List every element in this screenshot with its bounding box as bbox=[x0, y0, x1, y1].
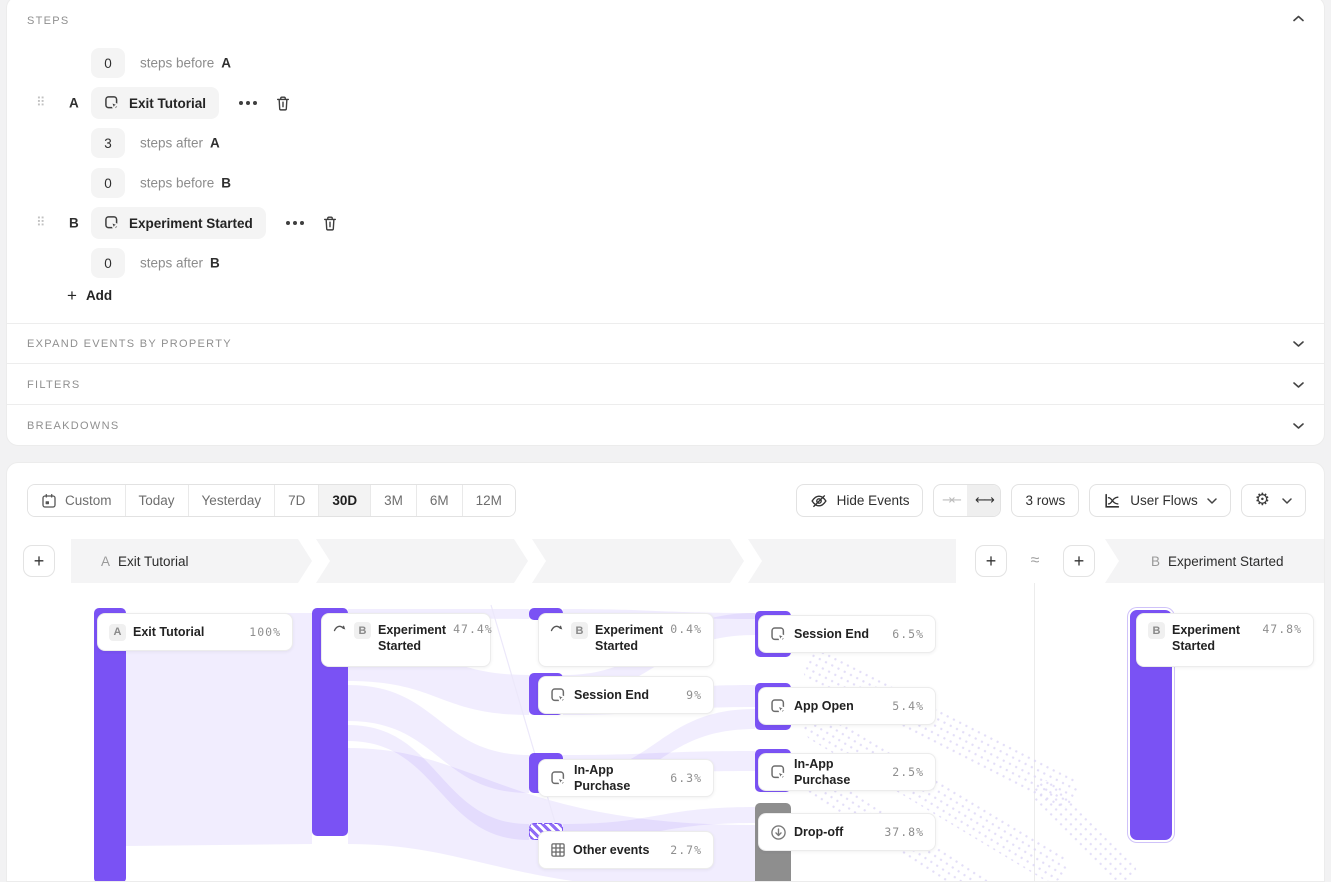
add-label: Add bbox=[86, 288, 112, 303]
event-icon bbox=[770, 764, 787, 781]
node-label: App Open bbox=[794, 698, 885, 714]
chevron-up-icon[interactable] bbox=[1293, 15, 1304, 22]
steps-before-label: steps before bbox=[140, 56, 214, 71]
plus-icon: + bbox=[67, 287, 77, 304]
flow-node-app-open[interactable]: App Open 5.4% bbox=[758, 687, 936, 725]
node-label: In-App Purchase bbox=[794, 756, 885, 789]
node-percent: 9% bbox=[686, 688, 702, 702]
drop-off-icon bbox=[770, 824, 787, 841]
node-percent: 2.5% bbox=[892, 765, 924, 779]
flow-node-session-end-2[interactable]: Session End 6.5% bbox=[758, 615, 936, 653]
node-label: Experiment Started bbox=[1172, 622, 1255, 655]
node-percent: 47.4% bbox=[453, 622, 493, 636]
node-label: Other events bbox=[573, 842, 663, 858]
flow-node-in-app-purchase-2[interactable]: In-App Purchase 2.5% bbox=[758, 753, 936, 791]
approx-gap-indicator: ≈ bbox=[1021, 539, 1049, 583]
more-options-icon[interactable] bbox=[235, 97, 261, 109]
step-ref: B bbox=[221, 176, 231, 191]
chevron-down-icon[interactable] bbox=[1293, 381, 1304, 388]
steps-after-label: steps after bbox=[140, 256, 203, 271]
add-step-before-button[interactable]: + bbox=[1063, 545, 1095, 577]
flow-node-drop-off[interactable]: Drop-off 37.8% bbox=[758, 813, 936, 851]
steps-after-label: steps after bbox=[140, 136, 203, 151]
sankey-flow-canvas: A Exit Tutorial 100% B Experiment Starte… bbox=[7, 463, 1325, 882]
add-step-after-button[interactable]: + bbox=[975, 545, 1007, 577]
section-label: EXPAND EVENTS BY PROPERTY bbox=[27, 338, 232, 350]
steps-before-a-input[interactable]: 0 bbox=[91, 48, 125, 78]
chevron-down-icon[interactable] bbox=[1293, 423, 1304, 430]
node-label: Drop-off bbox=[794, 824, 877, 840]
section-label: FILTERS bbox=[27, 379, 81, 391]
node-label: Exit Tutorial bbox=[133, 624, 242, 640]
section-breakdowns[interactable]: BREAKDOWNS bbox=[7, 404, 1324, 447]
jump-arrow-icon bbox=[550, 622, 564, 634]
step-row-b: ⠿ B Experiment Started bbox=[7, 203, 1324, 243]
step-badge: B bbox=[354, 622, 371, 639]
section-filters[interactable]: FILTERS bbox=[7, 363, 1324, 405]
section-label: BREAKDOWNS bbox=[27, 420, 119, 432]
flow-node-other-events[interactable]: Other events 2.7% bbox=[538, 831, 714, 869]
drag-handle-icon[interactable]: ⠿ bbox=[36, 96, 45, 111]
chevron-down-icon[interactable] bbox=[1293, 341, 1304, 348]
steps-before-row: 0 steps before A bbox=[7, 43, 1324, 83]
event-icon bbox=[104, 215, 120, 231]
grid-icon bbox=[550, 842, 566, 858]
add-step-button[interactable]: + Add bbox=[67, 287, 112, 304]
steps-panel: STEPS 0 steps beforeA ⠿ A Exit Tutorial … bbox=[6, 0, 1325, 446]
jump-arrow-icon bbox=[333, 622, 347, 634]
section-expand-events[interactable]: EXPAND EVENTS BY PROPERTY bbox=[7, 323, 1324, 364]
drag-handle-icon[interactable]: ⠿ bbox=[36, 216, 45, 231]
flow-node-experiment-started-small[interactable]: B Experiment Started 0.4% bbox=[538, 613, 714, 667]
node-label: In-App Purchase bbox=[574, 762, 663, 795]
trash-icon[interactable] bbox=[322, 215, 338, 232]
trash-icon[interactable] bbox=[275, 95, 291, 112]
node-label: Session End bbox=[574, 687, 679, 703]
step-letter: A bbox=[69, 96, 79, 111]
step-badge: B bbox=[571, 622, 588, 639]
event-icon bbox=[770, 626, 787, 643]
flow-node-exit-tutorial[interactable]: A Exit Tutorial 100% bbox=[97, 613, 293, 651]
node-percent: 6.3% bbox=[670, 771, 702, 785]
event-pill-label: Experiment Started bbox=[129, 216, 253, 231]
node-percent: 2.7% bbox=[670, 843, 702, 857]
steps-after-row: 0 steps after B bbox=[7, 243, 1324, 283]
steps-before-label: steps before bbox=[140, 176, 214, 191]
node-percent: 0.4% bbox=[670, 622, 702, 636]
flow-node-in-app-purchase[interactable]: In-App Purchase 6.3% bbox=[538, 759, 714, 797]
event-pill-label: Exit Tutorial bbox=[129, 96, 206, 111]
node-percent: 100% bbox=[249, 625, 281, 639]
event-icon bbox=[104, 95, 120, 111]
event-pill-experiment-started[interactable]: Experiment Started bbox=[91, 207, 266, 239]
event-pill-exit-tutorial[interactable]: Exit Tutorial bbox=[91, 87, 219, 119]
node-percent: 6.5% bbox=[892, 627, 924, 641]
node-percent: 5.4% bbox=[892, 699, 924, 713]
step-letter: B bbox=[69, 216, 79, 231]
node-percent: 47.8% bbox=[1262, 622, 1302, 636]
step-ref: A bbox=[210, 136, 220, 151]
steps-after-b-input[interactable]: 0 bbox=[91, 248, 125, 278]
event-icon bbox=[550, 770, 567, 787]
step-row-a: ⠿ A Exit Tutorial bbox=[7, 83, 1324, 123]
steps-after-a-input[interactable]: 3 bbox=[91, 128, 125, 158]
steps-section-title: STEPS bbox=[27, 15, 70, 27]
more-options-icon[interactable] bbox=[282, 217, 308, 229]
flows-report-panel: Custom Today Yesterday 7D 30D 3M 6M 12M … bbox=[6, 462, 1325, 882]
step-badge: A bbox=[109, 624, 126, 641]
step-ref: A bbox=[221, 56, 231, 71]
event-icon bbox=[550, 687, 567, 704]
steps-before-b-input[interactable]: 0 bbox=[91, 168, 125, 198]
node-label: Session End bbox=[794, 626, 885, 642]
event-icon bbox=[770, 698, 787, 715]
step-badge: B bbox=[1148, 622, 1165, 639]
node-percent: 37.8% bbox=[884, 825, 924, 839]
flow-node-experiment-started-b[interactable]: B Experiment Started 47.8% bbox=[1136, 613, 1314, 667]
node-label: Experiment Started bbox=[595, 622, 663, 655]
flow-node-session-end[interactable]: Session End 9% bbox=[538, 676, 714, 714]
flow-node-experiment-started[interactable]: B Experiment Started 47.4% bbox=[321, 613, 491, 667]
steps-before-row: 0 steps before B bbox=[7, 163, 1324, 203]
step-ref: B bbox=[210, 256, 220, 271]
node-label: Experiment Started bbox=[378, 622, 446, 655]
steps-after-row: 3 steps after A bbox=[7, 123, 1324, 163]
